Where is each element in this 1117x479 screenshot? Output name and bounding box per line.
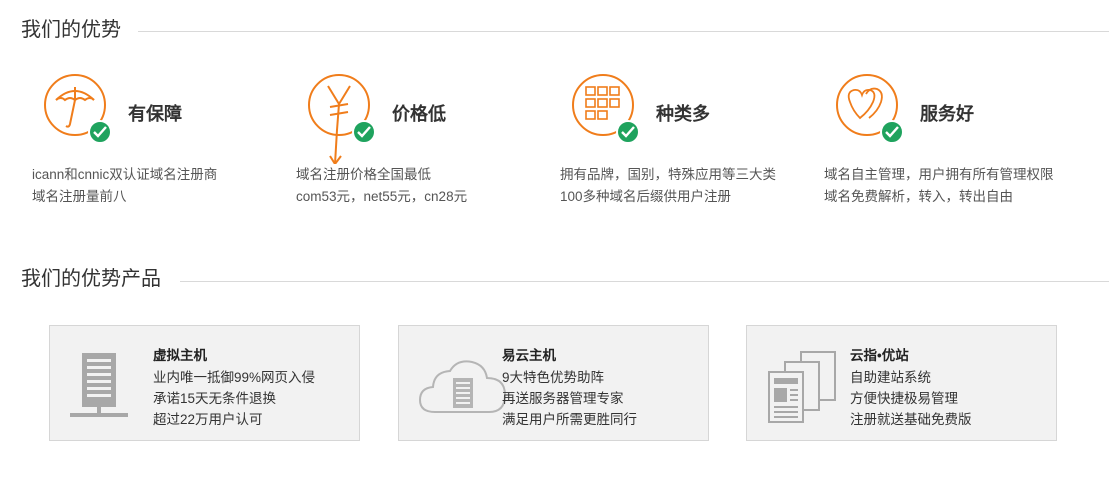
product-line: 9大特色优势助阵 <box>502 370 605 385</box>
advantage-service: 服务好 域名自主管理，用户拥有所有管理权限 域名免费解析，转入，转出自由 <box>824 74 1084 214</box>
product-line: 超过22万用户认可 <box>153 412 263 427</box>
products-divider <box>180 281 1109 282</box>
product-line: 注册就送基础免费版 <box>850 412 972 427</box>
product-card-cloud-host[interactable]: 易云主机 9大特色优势助阵 再送服务器管理专家 满足用户所需更胜同行 <box>398 325 709 441</box>
advantage-desc: 域名注册价格全国最低 com53元，net55元，cn28元 <box>296 167 468 204</box>
advantage-guarantee: 有保障 icann和cnnic双认证域名注册商 域名注册量前八 <box>32 74 292 214</box>
product-line: 自助建站系统 <box>850 370 931 385</box>
advantage-low-price: 价格低 域名注册价格全国最低 com53元，net55元，cn28元 <box>296 74 556 214</box>
advantage-desc: 域名自主管理，用户拥有所有管理权限 域名免费解析，转入，转出自由 <box>824 167 1054 204</box>
product-title: 云指•优站 <box>850 348 909 363</box>
product-card-site-builder[interactable]: 云指•优站 自助建站系统 方便快捷极易管理 注册就送基础免费版 <box>746 325 1057 441</box>
advantage-desc: icann和cnnic双认证域名注册商 域名注册量前八 <box>32 167 218 204</box>
hearts-icon <box>836 74 906 144</box>
advantage-title: 价格低 <box>392 104 446 124</box>
product-line: 再送服务器管理专家 <box>502 391 624 406</box>
product-line: 方便快捷极易管理 <box>850 391 958 406</box>
product-line: 满足用户所需更胜同行 <box>502 412 637 427</box>
cloud-server-icon <box>418 360 507 413</box>
product-line: 业内唯一抵御99%网页入侵 <box>153 370 316 385</box>
yen-icon <box>308 74 378 164</box>
check-icon <box>880 120 904 144</box>
grid-icon <box>572 74 642 144</box>
products-section-title: 我们的优势产品 <box>21 267 173 291</box>
product-line: 承诺15天无条件退换 <box>153 391 277 406</box>
product-title: 虚拟主机 <box>153 348 207 363</box>
server-icon <box>70 353 128 417</box>
pages-icon <box>768 351 836 423</box>
check-icon <box>88 120 112 144</box>
check-icon <box>352 120 376 144</box>
advantages-divider <box>138 31 1109 32</box>
product-card-virtual-host[interactable]: 虚拟主机 业内唯一抵御99%网页入侵 承诺15天无条件退换 超过22万用户认可 <box>49 325 360 441</box>
check-icon <box>616 120 640 144</box>
advantage-desc: 拥有品牌，国别，特殊应用等三大类 100多种域名后缀供用户注册 <box>560 167 776 204</box>
umbrella-icon <box>44 74 114 144</box>
advantage-title: 有保障 <box>128 104 182 124</box>
product-title: 易云主机 <box>502 348 556 363</box>
advantages-section-title: 我们的优势 <box>21 18 133 42</box>
advantage-title: 服务好 <box>920 104 974 124</box>
advantage-variety: 种类多 拥有品牌，国别，特殊应用等三大类 100多种域名后缀供用户注册 <box>560 74 820 214</box>
advantage-title: 种类多 <box>656 104 710 124</box>
